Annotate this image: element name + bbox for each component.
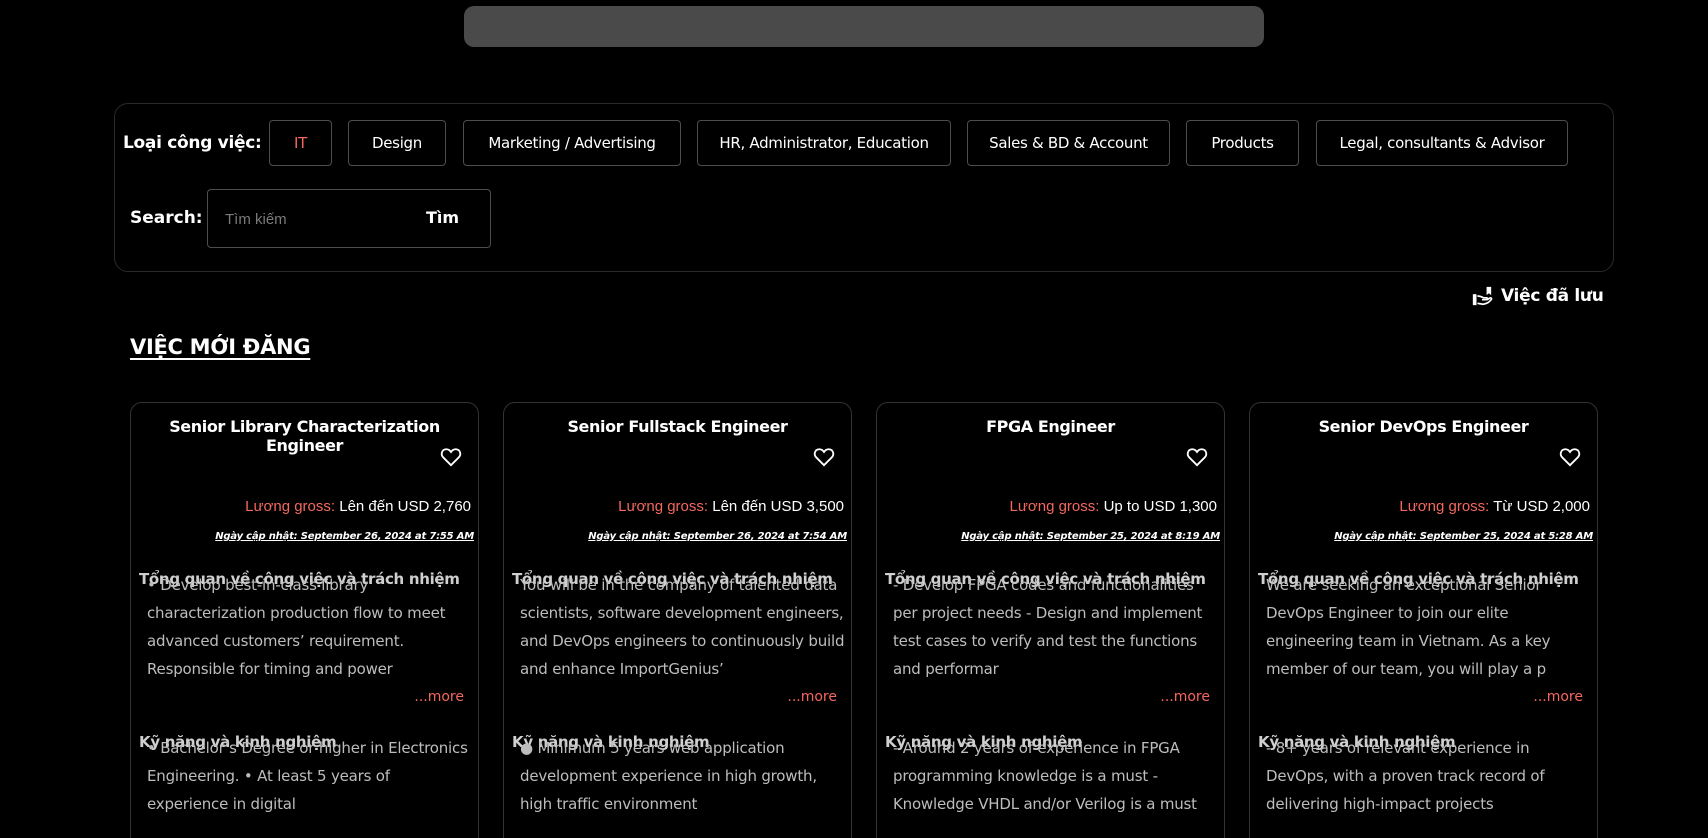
- salary: Lương gross: Lên đến USD 2,760: [245, 498, 471, 515]
- skills-text: - 8+ years of relevant experience in Dev…: [1266, 739, 1545, 813]
- salary: Lương gross: Từ USD 2,000: [1399, 498, 1590, 515]
- updated-date: Ngày cập nhật: September 25, 2024 at 5:2…: [1334, 531, 1593, 542]
- salary-value: Lên đến USD 2,760: [339, 498, 471, 515]
- search-button[interactable]: Tìm: [426, 208, 459, 227]
- overview-text: You will be in the company of talented d…: [520, 576, 845, 678]
- heart-icon[interactable]: [813, 447, 835, 467]
- skills-text: ● Minimum 5 years web application develo…: [520, 739, 817, 813]
- job-card[interactable]: Senior DevOps Engineer Lương gross: Từ U…: [1249, 402, 1598, 838]
- saved-jobs-icon: [1472, 286, 1493, 306]
- more-link[interactable]: ...more: [408, 689, 464, 705]
- salary-value: Up to USD 1,300: [1103, 498, 1217, 515]
- heart-icon[interactable]: [440, 447, 462, 467]
- skills-text: • Bachelor’s Degree or higher in Electro…: [147, 739, 468, 813]
- more-link[interactable]: ...more: [781, 689, 837, 705]
- category-products[interactable]: Products: [1186, 120, 1299, 166]
- overview-text: We are seeking an exceptional Senior Dev…: [1266, 576, 1551, 678]
- salary: Lương gross: Lên đến USD 3,500: [618, 498, 844, 515]
- search-input[interactable]: [225, 208, 395, 230]
- category-legal[interactable]: Legal, consultants & Advisor: [1316, 120, 1568, 166]
- salary: Lương gross: Up to USD 1,300: [1010, 498, 1218, 515]
- salary-value: Từ USD 2,000: [1493, 498, 1590, 515]
- category-design[interactable]: Design: [348, 120, 446, 166]
- heart-icon[interactable]: [1559, 447, 1581, 467]
- skills-text: - Around 2 years of experience in FPGA p…: [893, 739, 1197, 813]
- category-sales[interactable]: Sales & BD & Account: [967, 120, 1170, 166]
- category-hr[interactable]: HR, Administrator, Education: [697, 120, 951, 166]
- more-link[interactable]: ...more: [1527, 689, 1583, 705]
- job-card[interactable]: Senior Library Characterization Engineer…: [130, 402, 479, 838]
- more-link[interactable]: ...more: [1154, 689, 1210, 705]
- job-type-label: Loại công việc:: [123, 133, 262, 153]
- updated-date: Ngày cập nhật: September 25, 2024 at 8:1…: [961, 531, 1220, 542]
- salary-value: Lên đến USD 3,500: [712, 498, 844, 515]
- job-title[interactable]: Senior Fullstack Engineer: [504, 417, 851, 436]
- category-it[interactable]: IT: [269, 120, 332, 166]
- job-title[interactable]: Senior Library Characterization Engineer: [131, 417, 478, 455]
- saved-jobs-link[interactable]: Việc đã lưu: [1471, 285, 1604, 307]
- top-search-bar[interactable]: [464, 6, 1264, 47]
- salary-label: Lương gross:: [245, 498, 336, 515]
- job-card[interactable]: FPGA Engineer Lương gross: Up to USD 1,3…: [876, 402, 1225, 838]
- overview-text: - Develop FPGA codes and functionalities…: [893, 576, 1203, 678]
- category-marketing[interactable]: Marketing / Advertising: [463, 120, 681, 166]
- search-box: Tìm: [207, 189, 491, 248]
- search-label: Search:: [130, 208, 203, 228]
- updated-date: Ngày cập nhật: September 26, 2024 at 7:5…: [215, 531, 474, 542]
- saved-jobs-label: Việc đã lưu: [1501, 286, 1604, 306]
- overview-text: • Develop best-in-class library characte…: [147, 576, 446, 678]
- updated-date: Ngày cập nhật: September 26, 2024 at 7:5…: [588, 531, 847, 542]
- salary-label: Lương gross:: [1009, 498, 1100, 515]
- job-card[interactable]: Senior Fullstack Engineer Lương gross: L…: [503, 402, 852, 838]
- salary-label: Lương gross:: [618, 498, 709, 515]
- job-title[interactable]: Senior DevOps Engineer: [1250, 417, 1597, 436]
- job-title[interactable]: FPGA Engineer: [877, 417, 1224, 436]
- heart-icon[interactable]: [1186, 447, 1208, 467]
- salary-label: Lương gross:: [1399, 498, 1490, 515]
- section-title: VIỆC MỚI ĐĂNG: [130, 335, 311, 359]
